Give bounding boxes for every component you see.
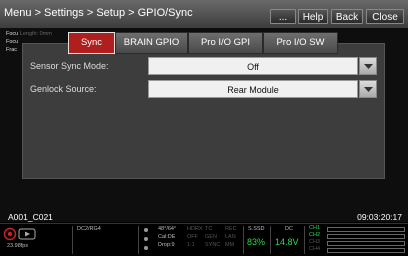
more-button[interactable]: ... bbox=[270, 9, 296, 24]
color-readout: Cal:DE bbox=[158, 234, 176, 240]
mm-indicator: MM bbox=[225, 242, 235, 248]
frac-readout: Frac bbox=[6, 47, 17, 53]
sensor-sync-mode-label: Sensor Sync Mode: bbox=[30, 61, 109, 71]
record-status-icon bbox=[3, 227, 36, 241]
chevron-down-icon bbox=[363, 87, 373, 92]
sensor-sync-mode-dropdown-button[interactable] bbox=[359, 57, 377, 75]
back-button[interactable]: Back bbox=[331, 9, 363, 24]
drop-readout: Drop:9 bbox=[158, 242, 175, 248]
audio-channel-4: CH4 bbox=[309, 246, 321, 252]
shutter-readout: 48°/64° bbox=[158, 226, 177, 232]
audio-meter-3 bbox=[327, 241, 405, 246]
power-label: DC bbox=[285, 226, 293, 232]
focus-readout: Focu Length: 0mm bbox=[6, 31, 52, 37]
audio-meter-1 bbox=[327, 227, 405, 232]
focus-label: Focu bbox=[6, 31, 19, 37]
tab-bar: Sync BRAIN GPIO Pro I/O GPI Pro I/O SW bbox=[68, 32, 338, 54]
media-label: S.SSD bbox=[248, 226, 265, 232]
tab-pro-io-sw[interactable]: Pro I/O SW bbox=[263, 32, 338, 54]
tab-sync[interactable]: Sync bbox=[68, 32, 115, 54]
focus-length-value: Length: 0mm bbox=[19, 31, 52, 37]
tc-value: GEN bbox=[205, 234, 217, 240]
divider bbox=[138, 226, 139, 254]
audio-meter-4 bbox=[327, 248, 405, 253]
divider bbox=[304, 226, 305, 254]
status-bar: 23.98fps DC2/RG4 48°/64° Cal:DE Drop:9 H… bbox=[0, 223, 408, 256]
audio-meter-2 bbox=[327, 234, 405, 239]
indicator-dots bbox=[144, 228, 148, 250]
chevron-down-icon bbox=[363, 64, 373, 69]
focus-readout-2: Focu bbox=[6, 39, 19, 45]
media-percent: 83% bbox=[247, 237, 266, 247]
genlock-source-dropdown-button[interactable] bbox=[359, 80, 377, 98]
genlock-source-label: Genlock Source: bbox=[30, 84, 97, 94]
timecode: 09:03:20:17 bbox=[357, 212, 402, 222]
divider bbox=[270, 226, 271, 254]
divider bbox=[243, 226, 244, 254]
codec-readout: DC2/RG4 bbox=[77, 226, 101, 232]
voltage-readout: 14.8V bbox=[275, 237, 299, 247]
hdrx-label: HDRX bbox=[187, 226, 203, 232]
hdrx-value: OFF bbox=[187, 234, 198, 240]
breadcrumb: Menu > Settings > Setup > GPIO/Sync bbox=[4, 7, 193, 19]
help-button[interactable]: Help bbox=[298, 9, 328, 24]
sensor-sync-mode-select[interactable]: Off bbox=[148, 57, 358, 75]
sync-indicator: SYNC bbox=[205, 242, 221, 248]
audio-channel-3: CH3 bbox=[309, 239, 321, 245]
divider bbox=[72, 226, 73, 254]
close-button[interactable]: Close bbox=[366, 9, 404, 24]
fps-readout: 23.98fps bbox=[7, 243, 29, 249]
rec-indicator: REC bbox=[225, 226, 237, 232]
tab-brain-gpio[interactable]: BRAIN GPIO bbox=[115, 32, 188, 54]
tab-pro-io-gpi[interactable]: Pro I/O GPI bbox=[188, 32, 263, 54]
audio-channel-1: CH1 bbox=[309, 225, 321, 231]
audio-channel-2: CH2 bbox=[309, 232, 321, 238]
clip-name: A001_C021 bbox=[8, 212, 53, 222]
tc-label: TC bbox=[205, 226, 213, 232]
lan-indicator: LAN bbox=[225, 234, 236, 240]
genlock-source-select[interactable]: Rear Module bbox=[148, 80, 358, 98]
ratio-readout: 1:1 bbox=[187, 242, 195, 248]
title-bar: Menu > Settings > Setup > GPIO/Sync ... … bbox=[0, 0, 408, 29]
